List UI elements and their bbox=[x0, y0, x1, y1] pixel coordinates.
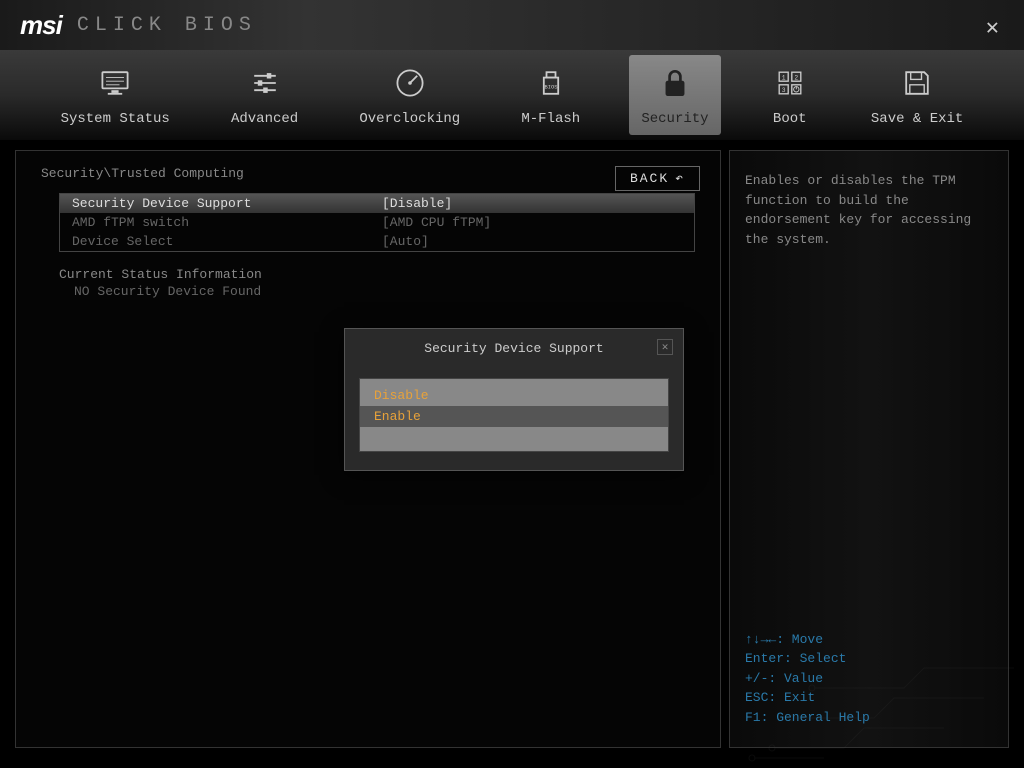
hint-select: Enter: Select bbox=[745, 649, 993, 669]
gauge-icon bbox=[390, 63, 430, 103]
undo-icon: ↶ bbox=[675, 171, 685, 186]
setting-device-select[interactable]: Device Select [Auto] bbox=[60, 232, 694, 251]
option-modal: Security Device Support ✕ Disable Enable bbox=[344, 328, 684, 471]
svg-text:BIOS: BIOS bbox=[544, 84, 557, 90]
nav-label: Advanced bbox=[231, 111, 298, 127]
setting-value: [Auto] bbox=[382, 234, 682, 249]
setting-value: [AMD CPU fTPM] bbox=[382, 215, 682, 230]
nav-security[interactable]: Security bbox=[629, 55, 720, 135]
help-panel: Enables or disables the TPM function to … bbox=[729, 150, 1009, 748]
key-hints: ↑↓→←: Move Enter: Select +/-: Value ESC:… bbox=[745, 630, 993, 728]
app-title: CLICK BIOS bbox=[77, 14, 257, 37]
status-heading: Current Status Information bbox=[59, 267, 695, 282]
hint-exit: ESC: Exit bbox=[745, 688, 993, 708]
option-enable[interactable]: Enable bbox=[360, 406, 668, 427]
nav-advanced[interactable]: Advanced bbox=[219, 55, 310, 135]
nav-bar: System Status Advanced Overclocking BIOS… bbox=[0, 50, 1024, 140]
settings-list: Security Device Support [Disable] AMD fT… bbox=[59, 193, 695, 252]
nav-label: Save & Exit bbox=[871, 111, 963, 127]
svg-text:2: 2 bbox=[794, 74, 798, 81]
modal-close-icon[interactable]: ✕ bbox=[657, 339, 673, 355]
help-text: Enables or disables the TPM function to … bbox=[745, 171, 993, 249]
svg-text:1: 1 bbox=[782, 74, 786, 81]
nav-mflash[interactable]: BIOS M-Flash bbox=[509, 55, 592, 135]
modal-header: Security Device Support ✕ bbox=[345, 329, 683, 368]
sliders-icon bbox=[245, 63, 285, 103]
hint-move: ↑↓→←: Move bbox=[745, 630, 993, 650]
modal-body: Disable Enable bbox=[359, 378, 669, 452]
lock-icon bbox=[655, 63, 695, 103]
setting-label: Device Select bbox=[72, 234, 382, 249]
usb-icon: BIOS bbox=[531, 63, 571, 103]
setting-label: Security Device Support bbox=[72, 196, 382, 211]
close-icon[interactable]: ✕ bbox=[986, 15, 999, 41]
svg-text:3: 3 bbox=[782, 87, 786, 94]
floppy-icon bbox=[897, 63, 937, 103]
setting-amd-ftpm-switch[interactable]: AMD fTPM switch [AMD CPU fTPM] bbox=[60, 213, 694, 232]
title-bar: msi CLICK BIOS ✕ bbox=[0, 0, 1024, 50]
setting-label: AMD fTPM switch bbox=[72, 215, 382, 230]
nav-system-status[interactable]: System Status bbox=[49, 55, 182, 135]
breadcrumb: Security\Trusted Computing bbox=[41, 166, 695, 181]
setting-security-device-support[interactable]: Security Device Support [Disable] bbox=[60, 194, 694, 213]
modal-title: Security Device Support bbox=[424, 341, 603, 356]
nav-boot[interactable]: 1 2 3 Boot bbox=[758, 55, 822, 135]
back-button[interactable]: BACK ↶ bbox=[615, 166, 700, 191]
status-line: NO Security Device Found bbox=[59, 284, 695, 299]
msi-logo: msi bbox=[20, 10, 62, 41]
monitor-icon bbox=[95, 63, 135, 103]
back-label: BACK bbox=[630, 171, 669, 186]
hint-help: F1: General Help bbox=[745, 708, 993, 728]
nav-label: Boot bbox=[773, 111, 807, 127]
nav-label: Overclocking bbox=[359, 111, 460, 127]
option-disable[interactable]: Disable bbox=[360, 385, 668, 406]
nav-label: Security bbox=[641, 111, 708, 127]
hint-value: +/-: Value bbox=[745, 669, 993, 689]
setting-value: [Disable] bbox=[382, 196, 682, 211]
nav-overclocking[interactable]: Overclocking bbox=[347, 55, 472, 135]
keypad-icon: 1 2 3 bbox=[770, 63, 810, 103]
nav-label: System Status bbox=[61, 111, 170, 127]
nav-save-exit[interactable]: Save & Exit bbox=[859, 55, 975, 135]
nav-label: M-Flash bbox=[521, 111, 580, 127]
